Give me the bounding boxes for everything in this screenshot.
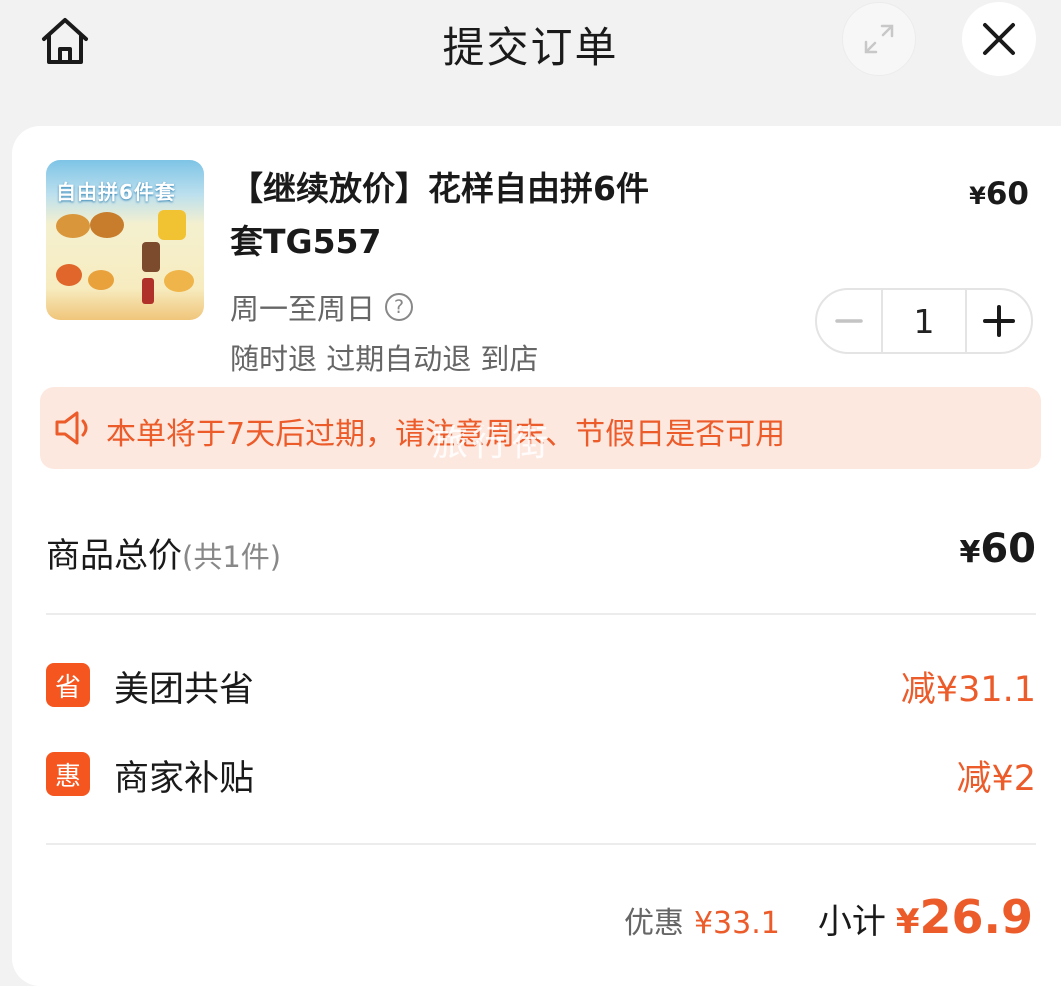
order-card: 自由拼6件套 【继续放价】花样自由拼6件 套TG557 ¥60 周一至周日 ? … — [12, 126, 1061, 986]
burger-image — [56, 214, 90, 238]
subtotal-label: 小计 — [817, 902, 886, 942]
minus-icon — [835, 319, 863, 323]
discount-value: 减¥31.1 — [900, 670, 1036, 710]
discount-total-value: ¥33.1 — [693, 906, 780, 941]
burger-image — [90, 212, 124, 238]
expand-button[interactable] — [842, 2, 916, 76]
save-badge-icon: 省 — [46, 663, 90, 707]
discount-row-merchant: 惠 商家补贴 减¥2 — [46, 750, 1036, 800]
discount-value: 减¥2 — [956, 759, 1036, 799]
expand-icon — [864, 24, 894, 54]
discount-total-label: 优惠 — [623, 906, 684, 941]
quantity-stepper: 1 — [815, 288, 1033, 354]
subtotal-value: ¥26.9 — [896, 890, 1033, 944]
speaker-icon — [55, 411, 88, 445]
divider — [46, 613, 1036, 615]
drink-image — [142, 278, 154, 304]
total-value: ¥60 — [959, 526, 1036, 572]
snack-image — [164, 270, 194, 292]
snack-image — [56, 264, 82, 286]
watermark: 旅行街 — [432, 423, 553, 464]
product-price: ¥60 — [969, 176, 1029, 212]
close-icon — [983, 23, 1015, 55]
discount-label: 美团共省 — [114, 670, 255, 710]
discount-label: 商家补贴 — [114, 759, 255, 799]
plus-icon — [983, 305, 1015, 337]
subtotal-currency: ¥ — [895, 902, 920, 942]
order-summary: 优惠 ¥33.1 小计 ¥26.9 — [624, 890, 1033, 944]
decrease-button[interactable] — [817, 290, 881, 352]
price-currency: ¥ — [969, 182, 986, 210]
product-name-line2: 套TG557 — [230, 222, 382, 261]
validity-text: 周一至周日 — [230, 292, 376, 326]
benefit-badge-icon: 惠 — [46, 752, 90, 796]
snack-image — [88, 270, 114, 290]
thumbnail-banner-text: 自由拼6件套 — [56, 180, 176, 204]
total-amount: 60 — [980, 526, 1036, 572]
validity: 周一至周日 ? — [230, 286, 414, 328]
subtotal-amount: 26.9 — [919, 890, 1034, 944]
quantity-value[interactable]: 1 — [881, 290, 967, 352]
total-price-row: 商品总价(共1件) ¥60 — [46, 526, 1036, 577]
help-icon[interactable]: ? — [385, 293, 414, 321]
price-value: 60 — [985, 176, 1029, 212]
total-count: (共1件) — [182, 540, 282, 574]
divider — [46, 843, 1036, 845]
header: 提交订单 — [0, 0, 1061, 110]
total-currency: ¥ — [959, 535, 981, 570]
product-name-line1: 【继续放价】花样自由拼6件 — [230, 169, 649, 208]
fries-image — [158, 210, 186, 240]
product-thumbnail[interactable]: 自由拼6件套 — [46, 160, 204, 320]
increase-button[interactable] — [967, 290, 1031, 352]
drink-image — [142, 242, 160, 272]
total-label: 商品总价 — [46, 536, 182, 576]
close-button[interactable] — [962, 2, 1036, 76]
discount-row-meituan: 省 美团共省 减¥31.1 — [46, 661, 1036, 711]
product-name: 【继续放价】花样自由拼6件 套TG557 — [230, 162, 750, 268]
refund-policy: 随时退 过期自动退 到店 — [230, 342, 539, 376]
